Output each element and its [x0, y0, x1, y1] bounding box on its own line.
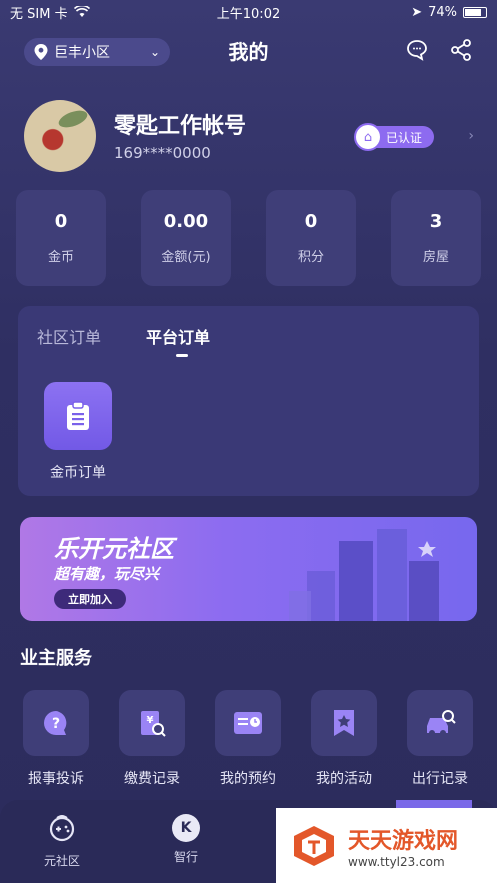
tab-underline	[176, 354, 188, 357]
battery-percent: 74%	[428, 4, 457, 20]
gamepad-icon	[49, 815, 75, 842]
verified-badge: ⌂ 已认证	[354, 123, 435, 151]
service-my-activities[interactable]: 我的活动	[299, 690, 389, 788]
wifi-icon	[73, 6, 90, 17]
stat-houses[interactable]: 3 房屋	[391, 190, 481, 286]
service-label: 我的预约	[220, 771, 276, 787]
profile-name: 零匙工作帐号	[114, 114, 247, 139]
stat-amount[interactable]: 0.00 金额(元)	[141, 190, 231, 286]
promo-banner[interactable]: 乐开元社区 超有趣，玩尽兴 立即加入	[20, 517, 477, 621]
stat-label: 金币	[47, 250, 74, 265]
watermark-logo-icon	[294, 825, 334, 866]
house-badge-icon: ⌂	[354, 123, 382, 151]
service-label: 缴费记录	[124, 771, 180, 787]
appointment-card-icon	[215, 690, 281, 756]
site-watermark: 天天游戏网 www.ttyl23.com	[276, 808, 497, 883]
city-buildings-illustration	[289, 529, 439, 621]
coin-orders-label: 金币订单	[50, 465, 106, 481]
stat-coins[interactable]: 0 金币	[16, 190, 106, 286]
svg-text:¥: ¥	[147, 715, 154, 726]
stat-value: 0	[54, 211, 68, 232]
tab-label: 元社区	[43, 854, 80, 868]
stat-label: 积分	[297, 250, 324, 265]
service-travel-records[interactable]: 出行记录	[395, 690, 485, 788]
service-appointments[interactable]: 我的预约	[203, 690, 293, 788]
profile-card[interactable]: 零匙工作帐号 169****0000 ⌂ 已认证 ›	[24, 100, 474, 172]
verified-label: 已认证	[386, 130, 423, 145]
location-arrow-icon: ➤	[411, 4, 423, 20]
coin-orders-button[interactable]: 金币订单	[40, 382, 116, 482]
watermark-title: 天天游戏网	[348, 828, 459, 854]
message-icon[interactable]	[405, 38, 429, 62]
carrier-label: 无 SIM 卡	[10, 6, 68, 22]
service-label: 我的活动	[316, 771, 372, 787]
join-now-button[interactable]: 立即加入	[54, 589, 126, 609]
stat-label: 房屋	[422, 250, 449, 265]
service-label: 出行记录	[412, 771, 468, 787]
tab-platform-orders[interactable]: 平台订单	[146, 324, 210, 348]
banner-subtitle: 超有趣，玩尽兴	[54, 565, 160, 583]
profile-phone: 169****0000	[114, 144, 211, 162]
clock: 上午10:02	[216, 6, 281, 22]
tab-label: 智行	[173, 850, 198, 864]
service-label: 报事投诉	[28, 771, 84, 787]
stat-points[interactable]: 0 积分	[266, 190, 356, 286]
banner-title: 乐开元社区	[54, 535, 174, 563]
svg-text:?: ?	[52, 716, 60, 732]
avatar	[24, 100, 96, 172]
services-grid: ? 报事投诉 ¥ 缴费记录 我的预约 我的活动 出行记录	[0, 690, 497, 790]
stat-label: 金额(元)	[161, 250, 211, 265]
stat-value: 0.00	[163, 211, 209, 232]
stats-row: 0 金币 0.00 金额(元) 0 积分 3 房屋	[0, 190, 497, 286]
orders-panel: 社区订单 平台订单 金币订单	[18, 306, 479, 496]
tab-smart-travel[interactable]: K 智行	[146, 814, 226, 865]
stat-value: 0	[304, 211, 318, 232]
top-nav: 巨丰小区 ⌄ 我的	[0, 32, 497, 72]
k-letter-icon: K	[172, 814, 200, 842]
clipboard-icon	[44, 382, 112, 450]
watermark-url: www.ttyl23.com	[348, 854, 445, 869]
status-bar: 无 SIM 卡 上午10:02 ➤ 74%	[0, 0, 497, 24]
chevron-right-icon[interactable]: ›	[468, 128, 474, 144]
car-search-icon	[407, 690, 473, 756]
owner-services-title: 业主服务	[20, 648, 92, 669]
share-icon[interactable]	[449, 38, 473, 62]
tab-community-orders[interactable]: 社区订单	[37, 324, 101, 348]
service-payment-records[interactable]: ¥ 缴费记录	[107, 690, 197, 788]
service-complaint[interactable]: ? 报事投诉	[11, 690, 101, 788]
question-bubble-icon: ?	[23, 690, 89, 756]
tab-community-home[interactable]: 元社区	[22, 814, 102, 869]
stat-value: 3	[429, 211, 443, 232]
battery-icon	[463, 6, 487, 18]
bill-search-icon: ¥	[119, 690, 185, 756]
star-bookmark-icon	[311, 690, 377, 756]
